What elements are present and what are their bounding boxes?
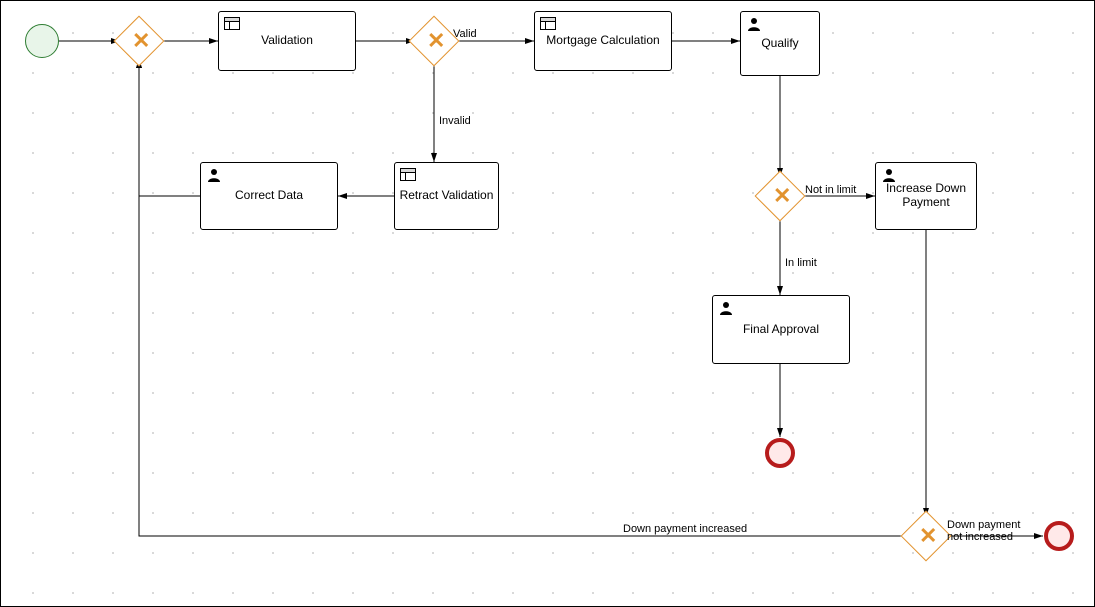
- task-retract-validation[interactable]: Retract Validation: [394, 162, 499, 230]
- task-label: Mortgage Calculation: [546, 34, 659, 48]
- gateway-x-icon: ✕: [132, 34, 146, 48]
- end-event-not-increased[interactable]: [1044, 521, 1074, 551]
- gateway-merge-1[interactable]: ✕: [121, 23, 157, 59]
- task-final-approval[interactable]: Final Approval: [712, 295, 850, 364]
- gateway-x-icon: ✕: [427, 34, 441, 48]
- task-label: Retract Validation: [400, 189, 494, 203]
- task-label: Increase Down Payment: [880, 182, 972, 210]
- gateway-limit-check[interactable]: ✕: [762, 178, 798, 214]
- user-icon: [746, 16, 762, 32]
- task-qualify[interactable]: Qualify: [740, 11, 820, 76]
- task-validation[interactable]: Validation: [218, 11, 356, 71]
- task-mortgage-calculation[interactable]: Mortgage Calculation: [534, 11, 672, 71]
- end-event-approved[interactable]: [765, 438, 795, 468]
- edge-label-invalid: Invalid: [439, 115, 471, 127]
- user-icon: [206, 167, 222, 183]
- edge-label-not-in-limit: Not in limit: [805, 184, 856, 196]
- task-label: Qualify: [761, 37, 798, 51]
- business-rule-icon: [224, 16, 240, 32]
- start-event[interactable]: [25, 24, 59, 58]
- bpmn-canvas[interactable]: ✕ Validation ✕ Mortgage Calculation Qual…: [0, 0, 1095, 607]
- task-label: Correct Data: [235, 189, 303, 203]
- edge-label-in-limit: In limit: [785, 257, 817, 269]
- task-increase-down-payment[interactable]: Increase Down Payment: [875, 162, 977, 230]
- edge-label-dp-increased: Down payment increased: [623, 523, 747, 535]
- gateway-down-payment-check[interactable]: ✕: [908, 518, 944, 554]
- gateway-valid-check[interactable]: ✕: [416, 23, 452, 59]
- gateway-x-icon: ✕: [919, 529, 933, 543]
- business-rule-icon: [400, 167, 416, 183]
- user-icon: [718, 300, 734, 316]
- edge-label-valid: Valid: [453, 28, 477, 40]
- task-correct-data[interactable]: Correct Data: [200, 162, 338, 230]
- gateway-x-icon: ✕: [773, 189, 787, 203]
- edge-label-dp-not-increased: Down payment not increased: [947, 519, 1037, 543]
- task-label: Validation: [261, 34, 313, 48]
- business-rule-icon: [540, 16, 556, 32]
- task-label: Final Approval: [743, 323, 819, 337]
- user-icon: [881, 167, 897, 183]
